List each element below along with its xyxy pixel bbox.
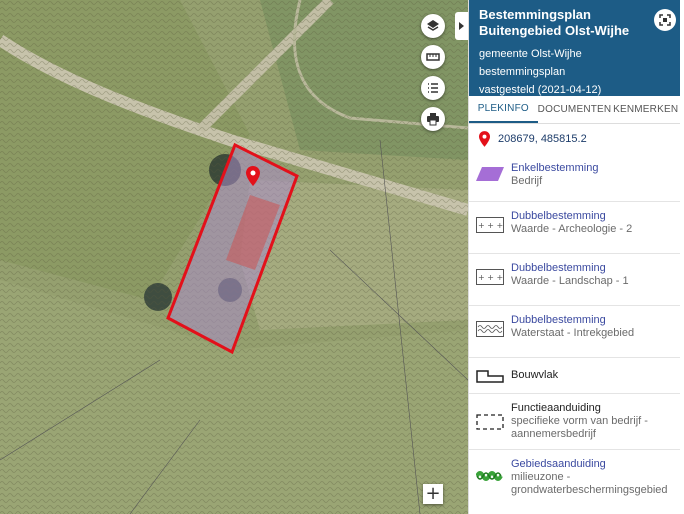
legend-title: Dubbelbestemming bbox=[511, 262, 606, 274]
purple-parallelogram-icon bbox=[476, 167, 504, 181]
legend-item-landschap[interactable]: + + + + DubbelbestemmingWaarde - Landsch… bbox=[469, 254, 680, 306]
legend-subtitle: Bedrijf bbox=[511, 175, 543, 187]
expand-icon bbox=[659, 14, 671, 26]
legend-item-enkelbestemming[interactable]: Enkelbestemming Bedrijf bbox=[469, 154, 680, 202]
coordinates-value: 208679, 485815.2 bbox=[498, 133, 587, 145]
svg-text:+ + + +: + + + + bbox=[478, 273, 504, 282]
measure-button[interactable] bbox=[421, 45, 445, 69]
legend-subtitle: Waarde - Archeologie - 2 bbox=[511, 223, 633, 235]
legend-subtitle: Waarde - Landschap - 1 bbox=[511, 275, 629, 287]
plus-grid-icon: + + + + bbox=[476, 269, 504, 285]
chevron-right-icon bbox=[459, 22, 464, 30]
wave-pattern-icon bbox=[476, 321, 504, 337]
legend-subtitle: Waterstaat - Intrekgebied bbox=[511, 327, 635, 339]
aerial-photo bbox=[0, 0, 468, 514]
panel-tabs: PLEKINFO DOCUMENTEN KENMERKEN bbox=[469, 96, 680, 124]
legend-button[interactable] bbox=[421, 76, 445, 100]
legend-title: Bouwvlak bbox=[511, 369, 559, 381]
list-icon bbox=[428, 83, 438, 93]
panel-header: Bestemmingsplan Buitengebied Olst-Wijhe … bbox=[469, 0, 680, 96]
collapse-panel-button[interactable] bbox=[455, 12, 468, 40]
bouwvlak-outline-icon bbox=[476, 369, 504, 383]
legend-title: Functieaanduiding bbox=[511, 402, 601, 414]
legend-subtitle: specifieke vorm van bedrijf - aannemersb… bbox=[511, 415, 648, 440]
legend-title: Gebiedsaanduiding bbox=[511, 458, 606, 470]
info-panel: Bestemmingsplan Buitengebied Olst-Wijhe … bbox=[468, 0, 680, 514]
tab-kenmerken[interactable]: KENMERKEN bbox=[611, 96, 680, 123]
plus-grid-icon: + + + + bbox=[476, 217, 504, 233]
tab-plekinfo[interactable]: PLEKINFO bbox=[469, 96, 538, 123]
tab-documenten[interactable]: DOCUMENTEN bbox=[538, 96, 612, 123]
layers-icon bbox=[427, 20, 439, 31]
legend-title: Dubbelbestemming bbox=[511, 314, 606, 326]
location-pin-icon bbox=[479, 131, 490, 147]
legend-subtitle: milieuzone - grondwaterbeschermingsgebie… bbox=[511, 471, 668, 496]
legend-item-functieaanduiding[interactable]: Functieaanduiding specifieke vorm van bed… bbox=[469, 394, 680, 450]
legend-item-archeologie[interactable]: + + + + DubbelbestemmingWaarde - Archeol… bbox=[469, 202, 680, 254]
legend-item-gebiedsaanduiding[interactable]: Gebiedsaanduiding milieuzone - grondwater… bbox=[469, 450, 680, 502]
municipality-label: gemeente Olst-Wijhe bbox=[479, 48, 582, 60]
zoom-in-button[interactable]: + bbox=[423, 484, 443, 504]
legend-title: Enkelbestemming bbox=[511, 162, 599, 174]
legend-title: Dubbelbestemming bbox=[511, 210, 606, 222]
location-marker-icon bbox=[246, 166, 260, 186]
svg-text:+ + + +: + + + + bbox=[478, 221, 504, 230]
ruler-icon bbox=[426, 53, 440, 61]
dashed-box-icon bbox=[476, 414, 504, 430]
coordinates-row: 208679, 485815.2 bbox=[469, 124, 680, 154]
plan-status-label: vastgesteld (2021-04-12) bbox=[479, 84, 602, 96]
printer-icon bbox=[427, 113, 439, 126]
green-chain-icon bbox=[476, 471, 503, 481]
print-button[interactable] bbox=[421, 107, 445, 131]
plan-title: Bestemmingsplan Buitengebied Olst-Wijhe bbox=[479, 7, 630, 38]
map-view[interactable]: + bbox=[0, 0, 468, 514]
plan-type-label: bestemmingsplan bbox=[479, 66, 566, 78]
fullscreen-button[interactable] bbox=[654, 9, 676, 31]
legend-item-waterstaat[interactable]: Dubbelbestemming Waterstaat - Intrekgebie… bbox=[469, 306, 680, 358]
layers-button[interactable] bbox=[421, 14, 445, 38]
legend-item-bouwvlak[interactable]: Bouwvlak bbox=[469, 358, 680, 394]
